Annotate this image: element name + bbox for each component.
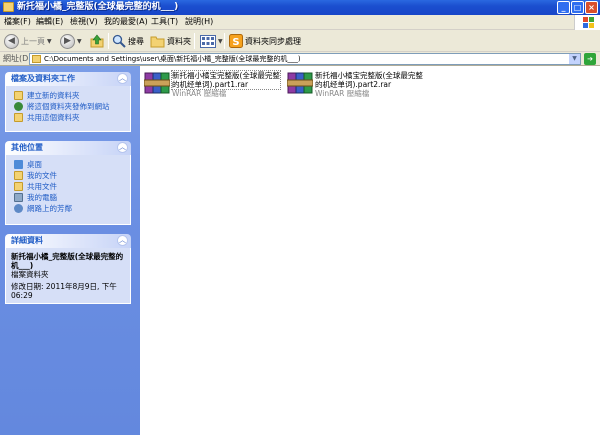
place-shared-documents[interactable]: 共用文件 [14, 181, 124, 192]
address-path: C:\Documents and Settings\user\桌面\新托福小橘_… [44, 55, 301, 63]
place-my-documents[interactable]: 我的文件 [14, 170, 124, 181]
search-label: 搜尋 [128, 36, 144, 46]
folder-sync-label: 資料夾同步處理 [245, 36, 301, 46]
folder-icon [3, 2, 14, 12]
menu-bar: 檔案(F) 編輯(E) 檢視(V) 我的最愛(A) 工具(T) 說明(H) [0, 15, 600, 30]
menu-view[interactable]: 檢視(V) [70, 16, 98, 28]
menu-help[interactable]: 說明(H) [185, 16, 213, 28]
details-name: 新托福小橘_完整版(全球最完整的机___) [11, 252, 124, 270]
windows-logo-icon [574, 15, 600, 30]
address-label: 網址(D) [3, 54, 32, 63]
new-folder-icon [14, 91, 23, 100]
window-title: 新托福小橘_完整版(全球最完整的机___) [17, 2, 179, 12]
place-label: 共用文件 [27, 182, 57, 191]
winrar-archive-icon [287, 72, 313, 94]
place-label: 網路上的芳鄰 [27, 204, 72, 213]
maximize-button[interactable]: □ [571, 1, 584, 14]
chevron-down-icon: ▼ [218, 37, 223, 45]
folders-label: 資料夾 [167, 36, 191, 46]
panel-header[interactable]: 詳細資料 ︿ [5, 234, 131, 248]
share-folder-icon [14, 113, 23, 122]
menu-tools[interactable]: 工具(T) [151, 16, 178, 28]
network-icon [14, 204, 23, 213]
forward-button[interactable]: ▶ ▼ [60, 32, 82, 50]
back-button[interactable]: ◀ 上一頁 ▼ [4, 32, 52, 50]
file-name: 新托福小橘宝完整版(全球最完整的机经单词).part2.rar [315, 71, 423, 89]
place-label: 我的文件 [27, 171, 57, 180]
collapse-icon[interactable]: ︿ [117, 73, 128, 84]
details-type: 檔案資料夾 [11, 270, 49, 279]
file-name: 新托福小橘宝完整版(全球最完整的机经单词).part1.rar [171, 70, 281, 90]
chevron-down-icon: ▼ [47, 37, 52, 45]
documents-icon [14, 171, 23, 180]
details-panel: 詳細資料 ︿ 新托福小橘_完整版(全球最完整的机___) 檔案資料夾 修改日期:… [5, 234, 131, 304]
collapse-icon[interactable]: ︿ [117, 235, 128, 246]
globe-icon [14, 102, 23, 111]
svg-text:S: S [232, 37, 239, 48]
go-button[interactable]: ➔ [584, 53, 596, 65]
place-label: 桌面 [27, 160, 42, 169]
title-bar[interactable]: 新托福小橘_完整版(全球最完整的机___) _ □ × [0, 0, 600, 15]
up-folder-icon [90, 34, 104, 48]
sync-icon: S [229, 34, 243, 48]
menu-edit[interactable]: 編輯(E) [36, 16, 63, 28]
place-desktop[interactable]: 桌面 [14, 159, 124, 170]
place-network[interactable]: 網路上的芳鄰 [14, 203, 124, 214]
task-label: 建立新的資料夾 [27, 91, 80, 100]
folders-button[interactable]: 資料夾 [150, 32, 191, 50]
collapse-icon[interactable]: ︿ [117, 142, 128, 153]
folder-icon [32, 55, 41, 63]
panel-header[interactable]: 檔案及資料夾工作 ︿ [5, 72, 131, 86]
file-list[interactable]: 新托福小橘宝完整版(全球最完整的机经单词).part1.rar WinRAR 壓… [140, 66, 600, 435]
task-label: 共用這個資料夾 [27, 113, 80, 122]
folders-icon [150, 36, 165, 47]
back-label: 上一頁 [21, 36, 45, 46]
address-input[interactable]: C:\Documents and Settings\user\桌面\新托福小橘_… [29, 53, 581, 65]
chevron-down-icon[interactable]: ▼ [569, 54, 580, 64]
address-bar: 網址(D) C:\Documents and Settings\user\桌面\… [0, 52, 600, 66]
place-label: 我的電腦 [27, 193, 57, 202]
task-share-folder[interactable]: 共用這個資料夾 [14, 112, 124, 123]
task-new-folder[interactable]: 建立新的資料夾 [14, 90, 124, 101]
search-icon [112, 34, 126, 48]
toolbar: ◀ 上一頁 ▼ ▶ ▼ 搜尋 資料夾 ▼ S 資料夾同步處理 [0, 30, 600, 52]
menu-file[interactable]: 檔案(F) [4, 16, 31, 28]
file-item[interactable]: 新托福小橘宝完整版(全球最完整的机经单词).part2.rar WinRAR 壓… [283, 69, 423, 99]
views-button[interactable]: ▼ [200, 32, 223, 50]
panel-title: 其他位置 [11, 143, 43, 152]
file-folder-tasks-panel: 檔案及資料夾工作 ︿ 建立新的資料夾 將這個資料夾發佈到網站 共用這個資料夾 [5, 72, 131, 132]
search-button[interactable]: 搜尋 [112, 32, 144, 50]
menu-favorites[interactable]: 我的最愛(A) [104, 16, 148, 28]
task-publish-web[interactable]: 將這個資料夾發佈到網站 [14, 101, 124, 112]
up-folder-button[interactable] [90, 32, 104, 50]
file-type: WinRAR 壓縮檔 [315, 89, 370, 98]
panel-header[interactable]: 其他位置 ︿ [5, 141, 131, 155]
close-button[interactable]: × [585, 1, 598, 14]
file-item[interactable]: 新托福小橘宝完整版(全球最完整的机经单词).part1.rar WinRAR 壓… [140, 69, 281, 99]
other-places-panel: 其他位置 ︿ 桌面 我的文件 共用文件 我的電腦 網路上的芳鄰 [5, 141, 131, 225]
place-my-computer[interactable]: 我的電腦 [14, 192, 124, 203]
panel-title: 詳細資料 [11, 236, 43, 245]
forward-arrow-icon: ▶ [60, 33, 75, 49]
chevron-down-icon: ▼ [77, 37, 82, 45]
computer-icon [14, 193, 23, 202]
desktop-icon [14, 160, 23, 169]
views-icon [200, 34, 216, 48]
winrar-archive-icon [144, 72, 170, 94]
shared-documents-icon [14, 182, 23, 191]
task-pane: 檔案及資料夾工作 ︿ 建立新的資料夾 將這個資料夾發佈到網站 共用這個資料夾 其… [0, 66, 140, 435]
panel-title: 檔案及資料夾工作 [11, 74, 75, 83]
back-arrow-icon: ◀ [4, 33, 19, 49]
folder-sync-button[interactable]: S 資料夾同步處理 [229, 32, 301, 50]
details-modified: 修改日期: 2011年8月9日, 下午 06:29 [11, 282, 117, 300]
task-label: 將這個資料夾發佈到網站 [27, 102, 110, 111]
minimize-button[interactable]: _ [557, 1, 570, 14]
file-type: WinRAR 壓縮檔 [172, 89, 227, 98]
